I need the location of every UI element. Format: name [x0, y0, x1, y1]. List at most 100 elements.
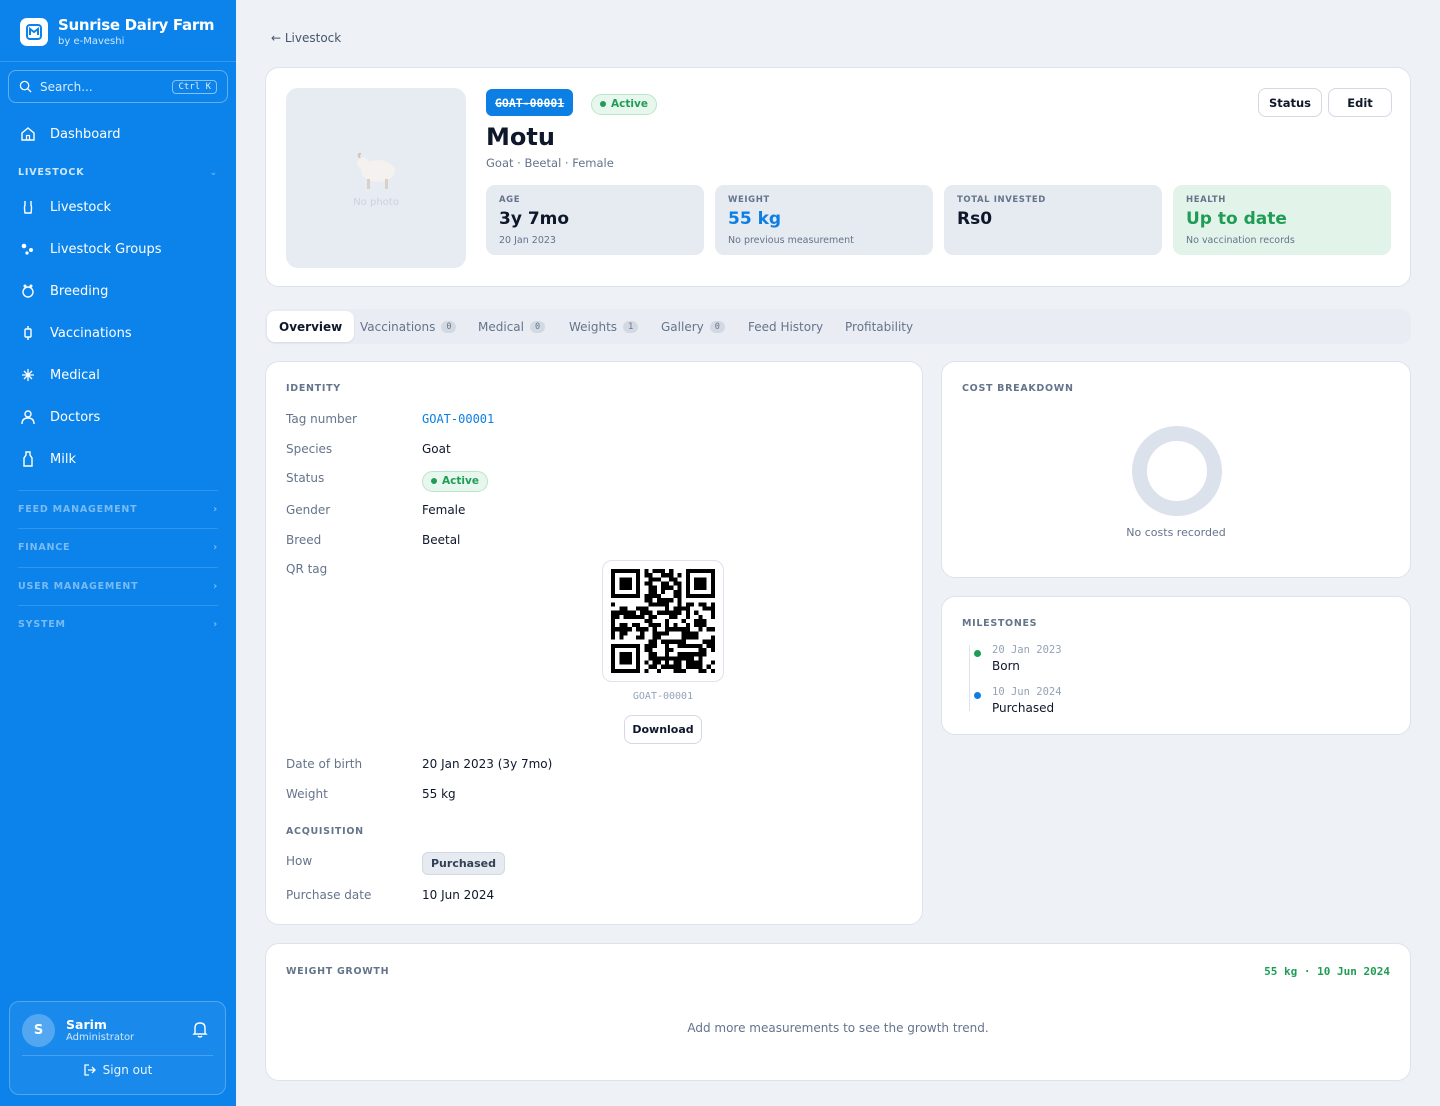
stat-sub: 20 Jan 2023	[499, 235, 556, 246]
sidebar-item-milk[interactable]: Milk	[8, 442, 228, 476]
sidebar-item-doctors[interactable]: Doctors	[8, 400, 228, 434]
milestone-date: 10 Jun 2024	[992, 686, 1062, 698]
user-icon	[21, 410, 35, 425]
user-role: Administrator	[66, 1032, 135, 1043]
milestone-label: Born	[992, 659, 1020, 673]
avatar[interactable]: S	[22, 1014, 55, 1047]
brand[interactable]: Sunrise Dairy Farm by e-Maveshi	[20, 16, 215, 47]
stat-total-invested: TOTAL INVESTED Rs0	[944, 185, 1162, 255]
sidebar-item-livestock-groups[interactable]: Livestock Groups	[8, 232, 228, 266]
stat-value: Rs0	[957, 209, 993, 229]
user-panel: S Sarim Administrator Sign out	[9, 1001, 226, 1095]
latest-weight-label: 55 kg · 10 Jun 2024	[1264, 965, 1390, 978]
no-photo-label: No photo	[353, 196, 399, 208]
status-badge: Active	[591, 92, 657, 115]
sidebar: Sunrise Dairy Farm by e-Maveshi Search..…	[0, 0, 236, 1106]
tab-vaccinations[interactable]: Vaccinations 0	[348, 311, 468, 342]
section-livestock[interactable]: LIVESTOCK ⌄	[18, 167, 218, 178]
sidebar-item-label: Doctors	[50, 409, 101, 425]
cost-title: COST BREAKDOWN	[962, 383, 1074, 394]
sign-out-button[interactable]: Sign out	[10, 1063, 225, 1077]
sidebar-item-medical[interactable]: Medical	[8, 358, 228, 392]
qr-caption: GOAT-00001	[632, 691, 694, 702]
section-label: SYSTEM	[18, 619, 66, 630]
sidebar-item-label: Milk	[50, 451, 76, 467]
field-label: Breed	[286, 533, 322, 547]
search-input[interactable]: Search... Ctrl K	[8, 70, 228, 103]
section-user-management[interactable]: USER MANAGEMENT ›	[18, 581, 218, 592]
tab-profitability[interactable]: Profitability	[833, 311, 925, 342]
acquisition-chip: Purchased	[422, 852, 505, 875]
stat-health: HEALTH Up to date No vaccination records	[1173, 185, 1391, 255]
milestone-dot-icon	[974, 692, 981, 699]
tab-count-badge: 0	[529, 320, 546, 333]
section-label: FINANCE	[18, 542, 71, 553]
status-button[interactable]: Status	[1258, 88, 1322, 117]
tab-overview[interactable]: Overview	[267, 311, 355, 342]
status-badge: Active	[422, 469, 488, 492]
status-label: Active	[611, 98, 648, 110]
stat-label: WEIGHT	[728, 195, 770, 205]
sidebar-item-label: Dashboard	[50, 126, 121, 142]
species-value: Goat	[422, 442, 451, 456]
status-dot-icon	[431, 478, 437, 484]
tab-label: Overview	[279, 319, 343, 334]
chevron-right-icon: ›	[213, 619, 218, 630]
chevron-down-icon: ⌄	[209, 167, 218, 178]
medical-icon	[22, 369, 34, 381]
stat-label: AGE	[499, 195, 521, 205]
search-shortcut: Ctrl K	[172, 79, 217, 94]
bell-icon[interactable]	[191, 1020, 209, 1038]
milestones-card: MILESTONES 20 Jan 2023 Born 10 Jun 2024 …	[941, 596, 1411, 735]
stat-value: 3y 7mo	[499, 209, 570, 229]
syringe-icon	[24, 326, 32, 340]
weight-value: 55 kg	[422, 787, 456, 801]
edit-button[interactable]: Edit	[1328, 88, 1392, 117]
divider	[18, 528, 218, 529]
milestone-date: 20 Jan 2023	[992, 644, 1062, 656]
tab-gallery[interactable]: Gallery 0	[649, 311, 737, 342]
acquisition-how-value: Purchased	[422, 852, 505, 875]
divider	[18, 605, 218, 606]
field-label: QR tag	[286, 562, 328, 576]
milestone-label: Purchased	[992, 701, 1055, 715]
livestock-icon	[23, 201, 33, 214]
user-name: Sarim	[66, 1017, 107, 1032]
chevron-right-icon: ›	[213, 504, 218, 515]
stat-value: Up to date	[1186, 209, 1287, 229]
field-label: Tag number	[286, 412, 357, 426]
download-button[interactable]: Download	[624, 715, 702, 744]
timeline-line	[969, 645, 970, 711]
photo-placeholder[interactable]: No photo	[286, 88, 466, 268]
sidebar-item-breeding[interactable]: Breeding	[8, 274, 228, 308]
qr-code-icon	[611, 569, 715, 673]
weight-growth-empty: Add more measurements to see the growth …	[687, 1021, 989, 1035]
section-label: LIVESTOCK	[18, 167, 85, 178]
goat-icon	[357, 152, 395, 189]
sidebar-item-label: Livestock	[50, 199, 112, 215]
search-icon	[19, 80, 32, 93]
tab-weights[interactable]: Weights 1	[557, 311, 650, 342]
tab-count-badge: 0	[709, 320, 725, 333]
back-link[interactable]: ← Livestock	[271, 31, 341, 45]
chevron-right-icon: ›	[213, 542, 218, 553]
section-feed-management[interactable]: FEED MANAGEMENT ›	[18, 504, 218, 515]
sidebar-item-label: Livestock Groups	[50, 241, 162, 257]
field-label: Status	[286, 471, 325, 485]
tab-medical[interactable]: Medical 0	[466, 311, 557, 342]
tab-label: Feed History	[748, 319, 824, 334]
cost-empty-label: No costs recorded	[1126, 526, 1226, 539]
acquisition-title: ACQUISITION	[286, 826, 364, 837]
sidebar-item-livestock[interactable]: Livestock	[8, 190, 228, 224]
milestone-dot-icon	[974, 650, 981, 657]
tag-number-value: GOAT-00001	[422, 412, 495, 426]
divider	[18, 490, 218, 491]
sidebar-item-dashboard[interactable]: Dashboard	[8, 117, 228, 151]
weight-growth-title: WEIGHT GROWTH	[286, 966, 390, 977]
field-label: Purchase date	[286, 888, 372, 902]
tab-feed-history[interactable]: Feed History	[736, 311, 835, 342]
sidebar-item-vaccinations[interactable]: Vaccinations	[8, 316, 228, 350]
section-system[interactable]: SYSTEM ›	[18, 619, 218, 630]
stat-weight: WEIGHT 55 kg No previous measurement	[715, 185, 933, 255]
section-finance[interactable]: FINANCE ›	[18, 542, 218, 553]
